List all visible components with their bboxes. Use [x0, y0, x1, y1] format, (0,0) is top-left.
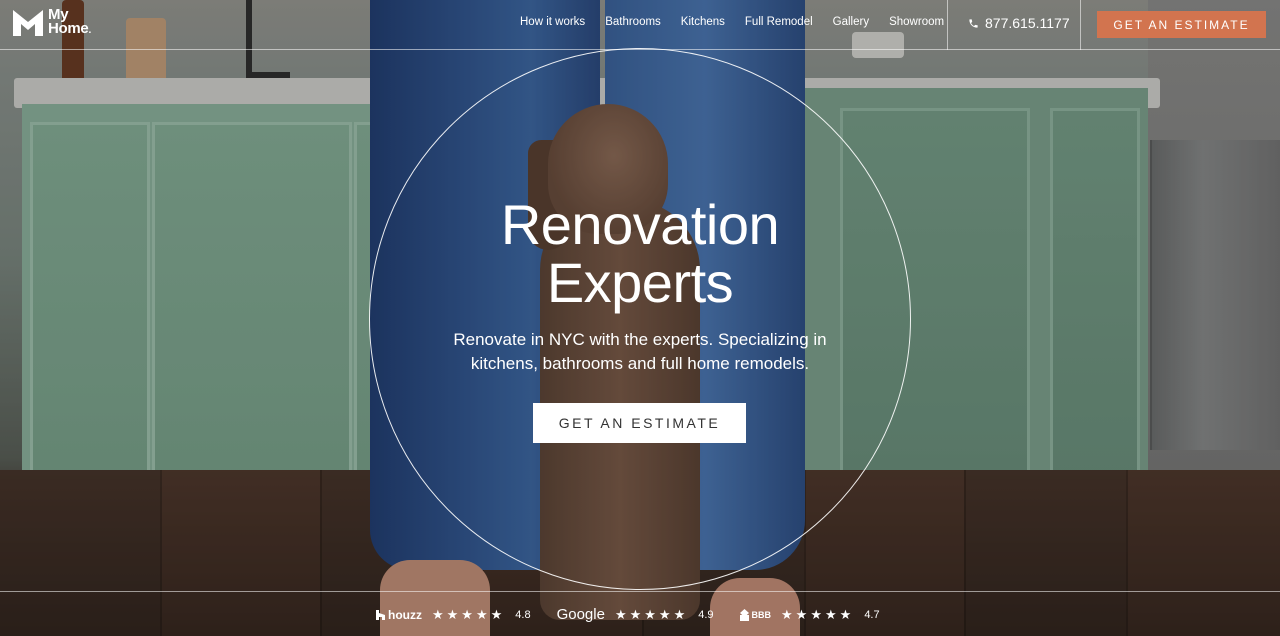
google-icon: Google [556, 606, 605, 623]
logo[interactable]: My Home. [12, 6, 91, 38]
hero-title: Renovation Experts [340, 196, 940, 312]
rating-score: 4.7 [864, 608, 880, 621]
hero-title-line1: Renovation [500, 193, 780, 256]
get-estimate-header-button[interactable]: GET AN ESTIMATE [1097, 11, 1266, 38]
hero-subtitle: Renovate in NYC with the experts. Specia… [453, 330, 827, 373]
houzz-icon: houzz [376, 608, 422, 622]
logo-mark-icon [13, 10, 43, 36]
phone-icon [969, 18, 978, 28]
get-estimate-hero-button[interactable]: GET AN ESTIMATE [533, 403, 746, 443]
hero-title-line2: Experts [546, 251, 734, 314]
nav-item-showroom[interactable]: Showroom [889, 16, 944, 28]
logo-text: My Home. [48, 6, 91, 37]
nav-item-gallery[interactable]: Gallery [833, 16, 869, 28]
nav-item-full-remodel[interactable]: Full Remodel [745, 16, 813, 28]
rating-brand: BBB [751, 609, 772, 620]
rating-bbb[interactable]: BBB ★★★★★ 4.7 [739, 606, 880, 623]
rating-houzz[interactable]: houzz ★★★★★ 4.8 [376, 607, 531, 623]
nav-item-bathrooms[interactable]: Bathrooms [605, 16, 661, 28]
decorative-circle [369, 48, 911, 590]
logo-text-line2: Home [48, 20, 89, 37]
header-divider [1080, 0, 1081, 50]
nav-item-how-it-works[interactable]: How it works [520, 16, 585, 28]
bbb-icon: BBB [739, 608, 772, 621]
phone-link[interactable]: 877.615.1177 [968, 15, 1070, 31]
rating-stars: ★★★★★ [781, 606, 855, 622]
rating-google[interactable]: Google ★★★★★ 4.9 [557, 606, 714, 623]
ratings-bar: houzz ★★★★★ 4.8 Google ★★★★★ 4.9 BBB ★★★… [376, 606, 906, 623]
main-nav: How it works Bathrooms Kitchens Full Rem… [520, 16, 944, 28]
top-navigation-bar: My Home. How it works Bathrooms Kitchens… [0, 0, 1280, 50]
phone-number: 877.615.1177 [985, 15, 1070, 31]
rating-stars: ★★★★★ [432, 606, 506, 622]
rating-stars: ★★★★★ [614, 606, 689, 622]
rating-score: 4.9 [698, 608, 714, 621]
ratings-divider [0, 591, 1280, 592]
header-divider [947, 0, 948, 50]
nav-item-kitchens[interactable]: Kitchens [681, 16, 725, 28]
hero-section: My Home. How it works Bathrooms Kitchens… [0, 0, 1280, 636]
rating-brand: houzz [388, 607, 422, 622]
rating-score: 4.8 [515, 608, 531, 621]
